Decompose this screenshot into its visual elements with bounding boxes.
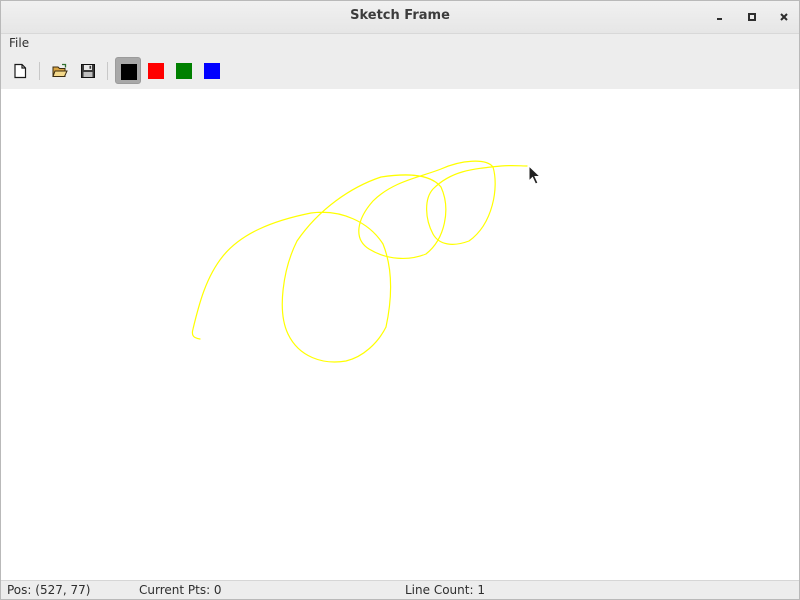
window-title: Sketch Frame: [350, 8, 450, 23]
color-swatch-black: [121, 64, 137, 80]
minimize-button[interactable]: [711, 8, 729, 26]
new-button[interactable]: [8, 58, 32, 84]
toolbar-separator: [39, 62, 40, 80]
sketch-frame-window: Sketch Frame File Pos: (527, 77) Current…: [0, 0, 800, 600]
status-bar: Pos: (527, 77) Current Pts: 0 Line Count…: [1, 580, 799, 599]
title-bar[interactable]: Sketch Frame: [1, 1, 799, 34]
open-folder-icon: [52, 63, 68, 77]
sketch-drawing: [191, 160, 528, 363]
color-red-button[interactable]: [143, 57, 169, 84]
status-line-count: Line Count: 1: [405, 583, 485, 597]
minimize-icon: [717, 18, 722, 20]
new-file-icon: [14, 63, 27, 79]
maximize-button[interactable]: [743, 8, 761, 26]
status-position: Pos: (527, 77): [7, 583, 91, 597]
color-black-button[interactable]: [115, 57, 141, 84]
save-button[interactable]: [76, 58, 100, 84]
toolbar: [1, 54, 799, 88]
menu-file[interactable]: File: [9, 36, 29, 50]
maximize-icon: [748, 13, 756, 21]
drawing-canvas[interactable]: [1, 89, 799, 580]
close-button[interactable]: [775, 8, 793, 26]
status-current-points: Current Pts: 0: [139, 583, 222, 597]
mouse-pointer-icon: [528, 164, 542, 187]
color-swatch-blue: [204, 63, 220, 79]
menu-bar: File: [1, 34, 799, 54]
open-button[interactable]: [48, 58, 72, 84]
save-floppy-icon: [81, 64, 95, 78]
color-blue-button[interactable]: [199, 57, 225, 84]
sketch-line: [191, 160, 528, 363]
toolbar-separator: [107, 62, 108, 80]
color-swatch-red: [148, 63, 164, 79]
close-icon: [780, 13, 788, 21]
color-swatch-green: [176, 63, 192, 79]
color-green-button[interactable]: [171, 57, 197, 84]
